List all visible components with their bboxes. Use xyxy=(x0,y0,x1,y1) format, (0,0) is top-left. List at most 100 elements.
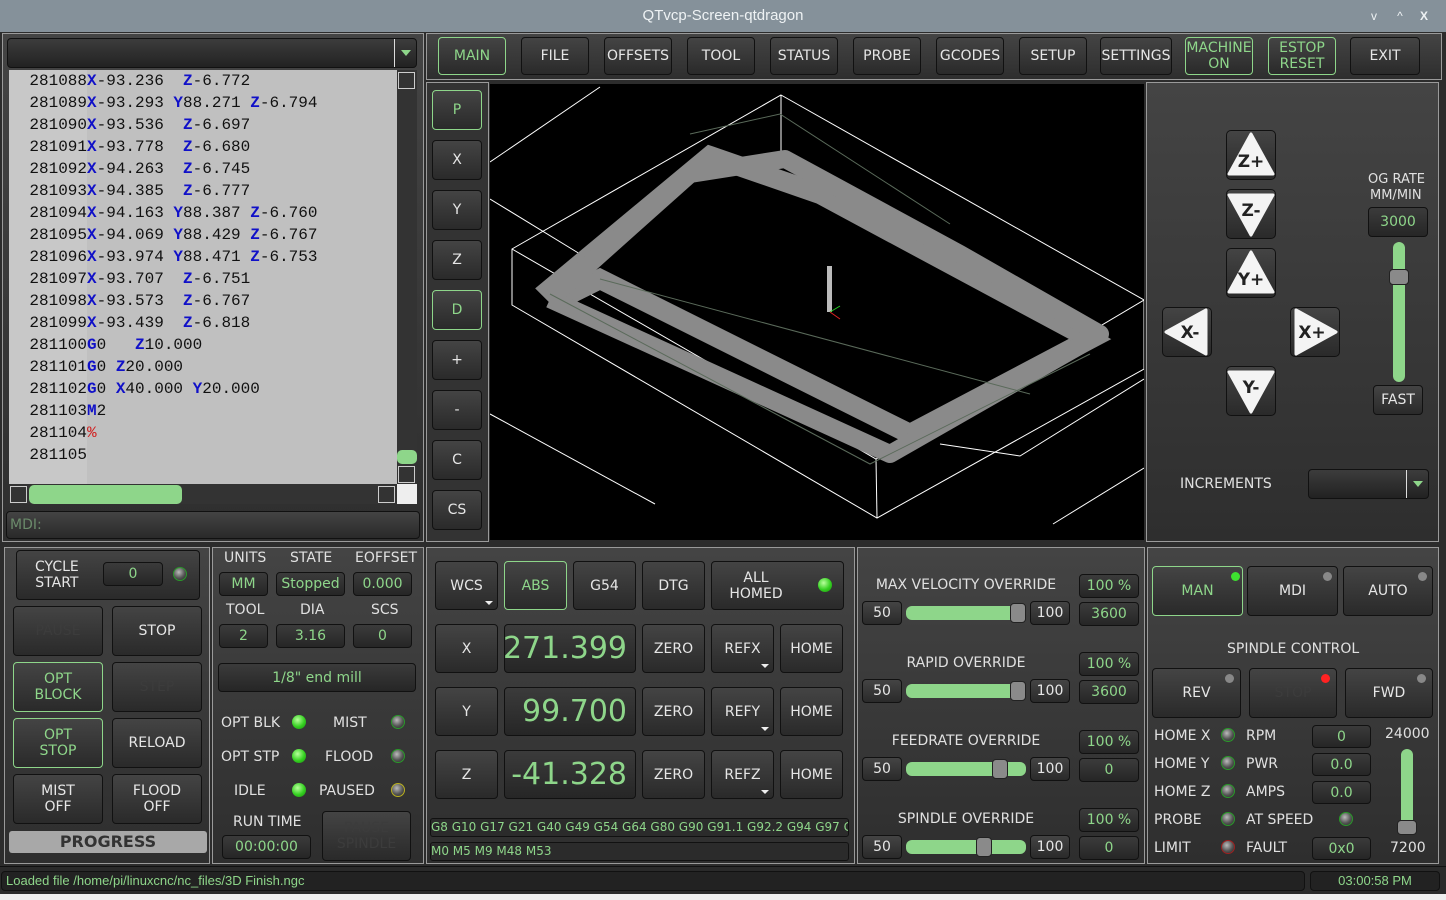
pause-spindle-button[interactable]: PAUSE SPINDLE xyxy=(322,811,411,861)
tab-tool[interactable]: TOOL xyxy=(687,37,755,75)
feedrate-override-max-button[interactable]: 100 xyxy=(1030,757,1070,781)
home-y-button[interactable]: HOME xyxy=(780,687,843,736)
spindle-speed-slider[interactable] xyxy=(1401,749,1413,827)
gcode-line[interactable]: 281096X-93.974 Y88.471 Z-6.753 xyxy=(9,246,397,268)
max-velocity-override-slider[interactable] xyxy=(906,606,1026,620)
reload-button[interactable]: RELOAD xyxy=(112,718,202,768)
spindle-override-min-button[interactable]: 50 xyxy=(862,835,902,859)
scroll-up-button[interactable] xyxy=(398,72,415,89)
feedrate-override-slider-thumb[interactable] xyxy=(992,759,1009,779)
all-homed-button[interactable]: ALL HOMED xyxy=(711,561,844,610)
gcode-line[interactable]: 281100G0 Z10.000 xyxy=(9,334,397,356)
view-cycle-view-button[interactable]: CS xyxy=(432,490,482,530)
jog-rate-slider[interactable] xyxy=(1393,242,1405,382)
zero-x-button[interactable]: ZERO xyxy=(642,624,705,673)
estop-reset-button[interactable]: ESTOP RESET xyxy=(1268,37,1336,75)
rapid-override-min-button[interactable]: 50 xyxy=(862,679,902,703)
view-zoom-in-button[interactable]: + xyxy=(432,340,482,380)
gcode-line[interactable]: 281088X-93.236 Z-6.772 xyxy=(9,70,397,92)
jog-z-minus-button[interactable]: Z- xyxy=(1226,189,1276,239)
vscroll-thumb[interactable] xyxy=(397,450,417,464)
exit-button[interactable]: EXIT xyxy=(1350,37,1420,75)
minimize-button[interactable]: v xyxy=(1366,0,1382,32)
file-combo[interactable] xyxy=(7,38,417,68)
mode-mdi-button[interactable]: MDI xyxy=(1247,566,1338,616)
view-clear-button[interactable]: C xyxy=(432,440,482,480)
view-view-y-button[interactable]: Y xyxy=(432,190,482,230)
rapid-override-max-button[interactable]: 100 xyxy=(1030,679,1070,703)
hscroll-thumb[interactable] xyxy=(29,485,182,504)
gcode-line[interactable]: 281091X-93.778 Z-6.680 xyxy=(9,136,397,158)
gcode-hscrollbar[interactable] xyxy=(9,484,397,504)
axis-z-button[interactable]: Z xyxy=(435,750,498,799)
tab-status[interactable]: STATUS xyxy=(770,37,838,75)
spindle-override-slider-thumb[interactable] xyxy=(975,837,992,857)
stop-button[interactable]: STOP xyxy=(112,606,202,656)
wcs-button[interactable]: WCS xyxy=(435,561,498,610)
tab-file[interactable]: FILE xyxy=(521,37,589,75)
tab-gcodes[interactable]: GCODES xyxy=(936,37,1004,75)
tab-setup[interactable]: SETUP xyxy=(1019,37,1087,75)
scroll-left-button[interactable] xyxy=(10,486,27,503)
gcode-line[interactable]: 281094X-94.163 Y88.387 Z-6.760 xyxy=(9,202,397,224)
max-velocity-override-max-button[interactable]: 100 xyxy=(1030,601,1070,625)
spindle-fwd-button[interactable]: FWD xyxy=(1345,668,1433,718)
zero-z-button[interactable]: ZERO xyxy=(642,750,705,799)
zero-y-button[interactable]: ZERO xyxy=(642,687,705,736)
opt-stop-button[interactable]: OPT STOP xyxy=(13,718,103,768)
jog-z-plus-button[interactable]: Z+ xyxy=(1226,130,1276,180)
machine-on-button[interactable]: MACHINE ON xyxy=(1185,37,1253,75)
view-view-z-button[interactable]: Z xyxy=(432,240,482,280)
max-velocity-override-slider-thumb[interactable] xyxy=(1010,603,1026,623)
home-z-button[interactable]: HOME xyxy=(780,750,843,799)
ref-z-button[interactable]: REFZ xyxy=(711,750,774,799)
spindle-override-max-button[interactable]: 100 xyxy=(1030,835,1070,859)
maximize-button[interactable]: ^ xyxy=(1392,0,1408,32)
abs-button[interactable]: ABS xyxy=(504,561,567,610)
mode-auto-button[interactable]: AUTO xyxy=(1343,566,1433,616)
spindle-stop-button[interactable]: STOP xyxy=(1249,668,1337,718)
flood-off-button[interactable]: FLOOD OFF xyxy=(112,774,202,824)
gcode-line[interactable]: 281095X-94.069 Y88.429 Z-6.767 xyxy=(9,224,397,246)
gcode-line[interactable]: 281099X-93.439 Z-6.818 xyxy=(9,312,397,334)
increments-dropdown[interactable] xyxy=(1406,470,1428,498)
ref-y-button[interactable]: REFY xyxy=(711,687,774,736)
jog-rate-slider-thumb[interactable] xyxy=(1389,269,1409,286)
jog-y-minus-button[interactable]: Y- xyxy=(1226,366,1276,416)
gcode-line[interactable]: 281093X-94.385 Z-6.777 xyxy=(9,180,397,202)
ref-x-button[interactable]: REFX xyxy=(711,624,774,673)
home-x-button[interactable]: HOME xyxy=(780,624,843,673)
mist-off-button[interactable]: MIST OFF xyxy=(13,774,103,824)
max-velocity-override-min-button[interactable]: 50 xyxy=(862,601,902,625)
step-button[interactable]: STEP xyxy=(112,662,202,712)
gcode-vscrollbar[interactable] xyxy=(397,70,417,484)
jog-x-plus-button[interactable]: X+ xyxy=(1290,307,1340,357)
gcode-line[interactable]: 281103M2 xyxy=(9,400,397,422)
tab-offsets[interactable]: OFFSETS xyxy=(604,37,672,75)
scroll-right-button[interactable] xyxy=(378,486,395,503)
view-perspective-button[interactable]: P xyxy=(432,90,482,130)
mdi-input[interactable]: MDI: xyxy=(6,511,420,539)
file-combo-dropdown[interactable] xyxy=(394,39,416,67)
gcode-line[interactable]: 281097X-93.707 Z-6.751 xyxy=(9,268,397,290)
dtg-button[interactable]: DTG xyxy=(642,561,705,610)
view-zoom-out-button[interactable]: - xyxy=(432,390,482,430)
spindle-override-slider[interactable] xyxy=(906,840,1026,854)
scroll-down-button[interactable] xyxy=(398,466,415,483)
fast-button[interactable]: FAST xyxy=(1373,385,1423,415)
opt-block-button[interactable]: OPT BLOCK xyxy=(13,662,103,712)
gcode-line[interactable]: 281102G0 X40.000 Y20.000 xyxy=(9,378,397,400)
axis-y-button[interactable]: Y xyxy=(435,687,498,736)
jog-x-minus-button[interactable]: X- xyxy=(1162,307,1212,357)
increments-combo[interactable] xyxy=(1308,469,1429,499)
view-view-x-button[interactable]: X xyxy=(432,140,482,180)
axis-x-button[interactable]: X xyxy=(435,624,498,673)
jog-y-plus-button[interactable]: Y+ xyxy=(1226,248,1276,298)
spindle-speed-slider-thumb[interactable] xyxy=(1397,820,1417,835)
gcode-editor[interactable]: 281088X-93.236 Z-6.772 281089X-93.293 Y88… xyxy=(9,70,397,484)
tab-probe[interactable]: PROBE xyxy=(853,37,921,75)
spindle-rev-button[interactable]: REV xyxy=(1152,668,1241,718)
gcode-line[interactable]: 281090X-93.536 Z-6.697 xyxy=(9,114,397,136)
gcode-line[interactable]: 281101G0 Z20.000 xyxy=(9,356,397,378)
gcode-line[interactable]: 281089X-93.293 Y88.271 Z-6.794 xyxy=(9,92,397,114)
